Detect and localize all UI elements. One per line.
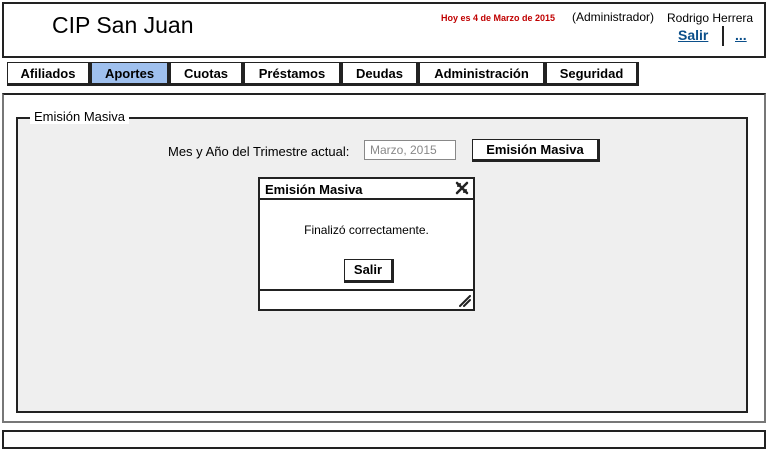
tab-administracion[interactable]: Administración <box>419 62 546 86</box>
current-date-text: Hoy es 4 de Marzo de 2015 <box>441 13 556 23</box>
tab-deudas[interactable]: Deudas <box>342 62 419 86</box>
period-input[interactable]: Marzo, 2015 <box>364 140 456 160</box>
app-title: CIP San Juan <box>52 12 194 38</box>
dialog-statusbar <box>260 289 473 309</box>
more-options-link[interactable]: ... <box>735 27 747 43</box>
tab-seguridad[interactable]: Seguridad <box>546 62 639 86</box>
dialog-titlebar[interactable]: Emisión Masiva <box>260 179 473 200</box>
tab-aportes[interactable]: Aportes <box>91 62 170 86</box>
app-header: CIP San Juan Hoy es 4 de Marzo de 2015 (… <box>2 2 766 58</box>
mass-emission-button[interactable]: Emisión Masiva <box>472 139 600 162</box>
tab-cuotas[interactable]: Cuotas <box>170 62 244 86</box>
logout-link[interactable]: Salir <box>678 27 708 43</box>
fieldset-legend: Emisión Masiva <box>30 109 130 124</box>
tab-prestamos[interactable]: Préstamos <box>244 62 342 86</box>
tab-afiliados[interactable]: Afiliados <box>7 62 91 86</box>
link-divider <box>722 26 724 46</box>
dialog-exit-button[interactable]: Salir <box>344 259 394 283</box>
result-dialog: Emisión Masiva Finalizó correctamente. S… <box>258 177 475 311</box>
close-icon[interactable] <box>455 181 469 195</box>
dialog-message: Finalizó correctamente. <box>304 223 429 237</box>
resize-grip-icon[interactable] <box>459 295 471 307</box>
dialog-title: Emisión Masiva <box>265 182 363 197</box>
period-label: Mes y Año del Trimestre actual: <box>168 144 350 159</box>
user-role: (Administrador) <box>572 10 655 24</box>
user-name: Rodrigo Herrera <box>667 11 754 25</box>
app-footer <box>2 430 766 449</box>
